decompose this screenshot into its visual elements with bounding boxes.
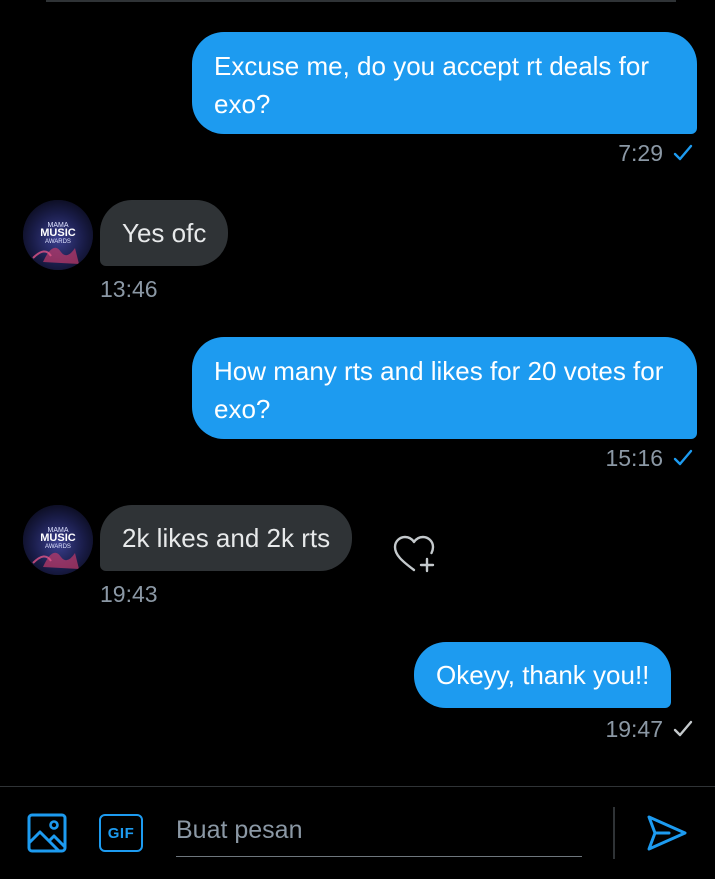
message-text: Yes ofc xyxy=(122,218,207,248)
message-bubble-outgoing[interactable]: Okeyy, thank you!! xyxy=(414,642,672,708)
message-text: 2k likes and 2k rts xyxy=(122,523,331,553)
avatar[interactable]: MAMA MUSIC AWARDS xyxy=(23,505,93,575)
svg-text:AWARDS: AWARDS xyxy=(45,239,71,245)
message-composer: GIF xyxy=(0,786,715,879)
avatar[interactable]: MAMA MUSIC AWARDS xyxy=(23,200,93,270)
message-meta: 13:46 xyxy=(100,275,158,303)
svg-text:MUSIC: MUSIC xyxy=(40,532,76,544)
top-divider xyxy=(46,0,676,2)
message-timestamp: 15:16 xyxy=(605,445,663,471)
message-text: Okeyy, thank you!! xyxy=(436,660,650,690)
message-bubble-outgoing[interactable]: How many rts and likes for 20 votes for … xyxy=(192,337,697,439)
heart-plus-icon[interactable] xyxy=(390,530,438,578)
send-icon[interactable] xyxy=(645,813,689,853)
gif-button[interactable]: GIF xyxy=(99,814,143,852)
image-icon[interactable] xyxy=(25,811,69,855)
message-bubble-outgoing[interactable]: Excuse me, do you accept rt deals for ex… xyxy=(192,32,697,134)
message-text: Excuse me, do you accept rt deals for ex… xyxy=(214,51,649,119)
composer-divider xyxy=(613,807,615,859)
message-meta: 15:16 xyxy=(605,444,693,472)
message-timestamp: 13:46 xyxy=(100,276,158,302)
message-timestamp: 19:47 xyxy=(605,716,663,742)
message-text: How many rts and likes for 20 votes for … xyxy=(214,356,664,424)
message-bubble-incoming[interactable]: 2k likes and 2k rts xyxy=(100,505,353,571)
seen-check-icon xyxy=(673,143,693,163)
message-input[interactable] xyxy=(176,805,582,857)
svg-text:AWARDS: AWARDS xyxy=(45,544,71,550)
message-bubble-incoming[interactable]: Yes ofc xyxy=(100,200,229,266)
message-meta: 19:43 xyxy=(100,580,158,608)
seen-check-icon xyxy=(673,448,693,468)
svg-text:MUSIC: MUSIC xyxy=(40,227,76,239)
message-timestamp: 7:29 xyxy=(618,140,663,166)
sent-check-icon xyxy=(673,719,693,739)
gif-label: GIF xyxy=(107,824,135,842)
message-meta: 7:29 xyxy=(618,139,693,167)
message-meta: 19:47 xyxy=(605,715,693,743)
message-timestamp: 19:43 xyxy=(100,581,158,607)
